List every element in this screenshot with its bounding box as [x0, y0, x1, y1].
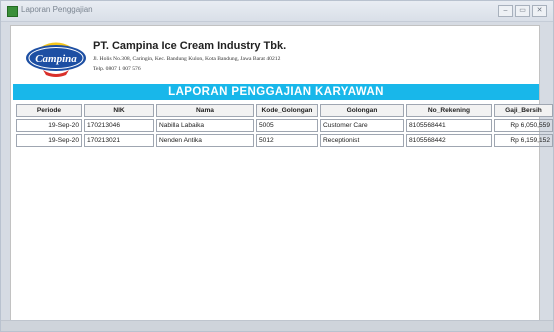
cell-nik: 170213046	[84, 119, 154, 132]
company-address: Jl. Holis No.308, Caringin, Kec. Bandung…	[93, 56, 281, 62]
column-header-gaji-bersih[interactable]: Gaji_Bersih	[494, 104, 553, 117]
logo-text: Campina	[35, 53, 77, 65]
title-bar[interactable]: Laporan Penggajian – ▭ ✕	[1, 1, 553, 22]
app-icon	[7, 6, 18, 17]
company-name: PT. Campina Ice Cream Industry Tbk.	[93, 40, 287, 52]
column-header-kode-golongan[interactable]: Kode_Golongan	[256, 104, 318, 117]
payroll-table: Periode NIK Nama Kode_Golongan Golongan …	[14, 102, 554, 149]
report-window: Laporan Penggajian – ▭ ✕ Campina PT. Cam…	[0, 0, 554, 332]
maximize-icon[interactable]: ▭	[515, 5, 530, 17]
column-header-no-rekening[interactable]: No_Rekening	[406, 104, 492, 117]
cell-golongan: Receptionist	[320, 134, 404, 147]
cell-golongan: Customer Care	[320, 119, 404, 132]
cell-kode-golongan: 5012	[256, 134, 318, 147]
window-controls: – ▭ ✕	[498, 5, 547, 17]
table-row[interactable]: 19-Sep-20 170213021 Nenden Antika 5012 R…	[16, 134, 553, 147]
column-header-nik[interactable]: NIK	[84, 104, 154, 117]
window-title: Laporan Penggajian	[21, 5, 93, 14]
status-bar	[1, 320, 553, 331]
close-icon[interactable]: ✕	[532, 5, 547, 17]
table-header-row: Periode NIK Nama Kode_Golongan Golongan …	[16, 104, 553, 117]
cell-no-rekening: 8105568442	[406, 134, 492, 147]
cell-gaji-bersih: Rp 6,050,559	[494, 119, 553, 132]
table-row[interactable]: 19-Sep-20 170213046 Nabilla Labaika 5005…	[16, 119, 553, 132]
cell-gaji-bersih: Rp 6,159,152	[494, 134, 553, 147]
report-title: LAPORAN PENGGAJIAN KARYAWAN	[13, 84, 539, 100]
cell-periode: 19-Sep-20	[16, 134, 82, 147]
campina-logo: Campina	[26, 42, 86, 77]
company-phone: Telp. 0807 1 007 576	[93, 66, 141, 72]
cell-periode: 19-Sep-20	[16, 119, 82, 132]
cell-no-rekening: 8105568441	[406, 119, 492, 132]
minimize-icon[interactable]: –	[498, 5, 513, 17]
column-header-golongan[interactable]: Golongan	[320, 104, 404, 117]
cell-nama: Nenden Antika	[156, 134, 254, 147]
report-header: Campina PT. Campina Ice Cream Industry T…	[11, 26, 539, 84]
cell-nik: 170213021	[84, 134, 154, 147]
report-content: Campina PT. Campina Ice Cream Industry T…	[10, 25, 553, 323]
column-header-periode[interactable]: Periode	[16, 104, 82, 117]
column-header-nama[interactable]: Nama	[156, 104, 254, 117]
cell-kode-golongan: 5005	[256, 119, 318, 132]
cell-nama: Nabilla Labaika	[156, 119, 254, 132]
